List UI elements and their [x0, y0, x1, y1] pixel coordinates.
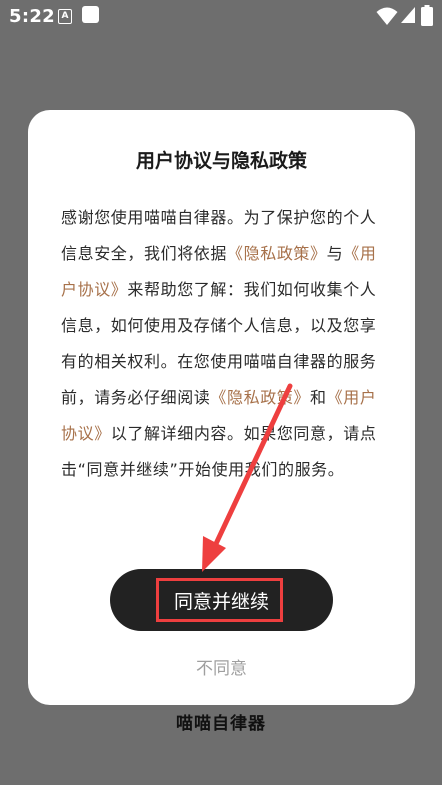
body-text-4: 和 — [310, 388, 327, 407]
a-box-icon: A — [58, 9, 72, 24]
background-app-name: 喵喵自律器 — [176, 714, 266, 734]
privacy-policy-link-2[interactable]: 《隐私政策》 — [210, 388, 310, 407]
signal-icon — [401, 7, 415, 23]
wifi-icon — [376, 7, 398, 25]
privacy-policy-link[interactable]: 《隐私政策》 — [227, 244, 327, 263]
body-text-2: 与 — [326, 244, 344, 263]
privacy-dialog: 用户协议与隐私政策 感谢您使用喵喵自律器。为了保护您的个人信息安全，我们将依据《… — [28, 110, 415, 705]
dialog-body: 感谢您使用喵喵自律器。为了保护您的个人信息安全，我们将依据《隐私政策》与《用户协… — [61, 200, 384, 488]
screen: 5:22 A 喵喵自律器 用户协议与隐私政策 感谢您使用喵喵自律器。为了保护您的… — [0, 0, 442, 785]
square-icon — [82, 6, 99, 23]
agree-continue-button[interactable]: 同意并继续 — [110, 569, 333, 631]
status-time: 5:22 — [9, 6, 55, 27]
battery-icon — [421, 5, 433, 26]
agree-continue-label: 同意并继续 — [173, 590, 269, 613]
status-bar: 5:22 A — [0, 0, 442, 34]
disagree-button[interactable]: 不同意 — [28, 654, 415, 679]
dialog-title: 用户协议与隐私政策 — [135, 150, 307, 172]
